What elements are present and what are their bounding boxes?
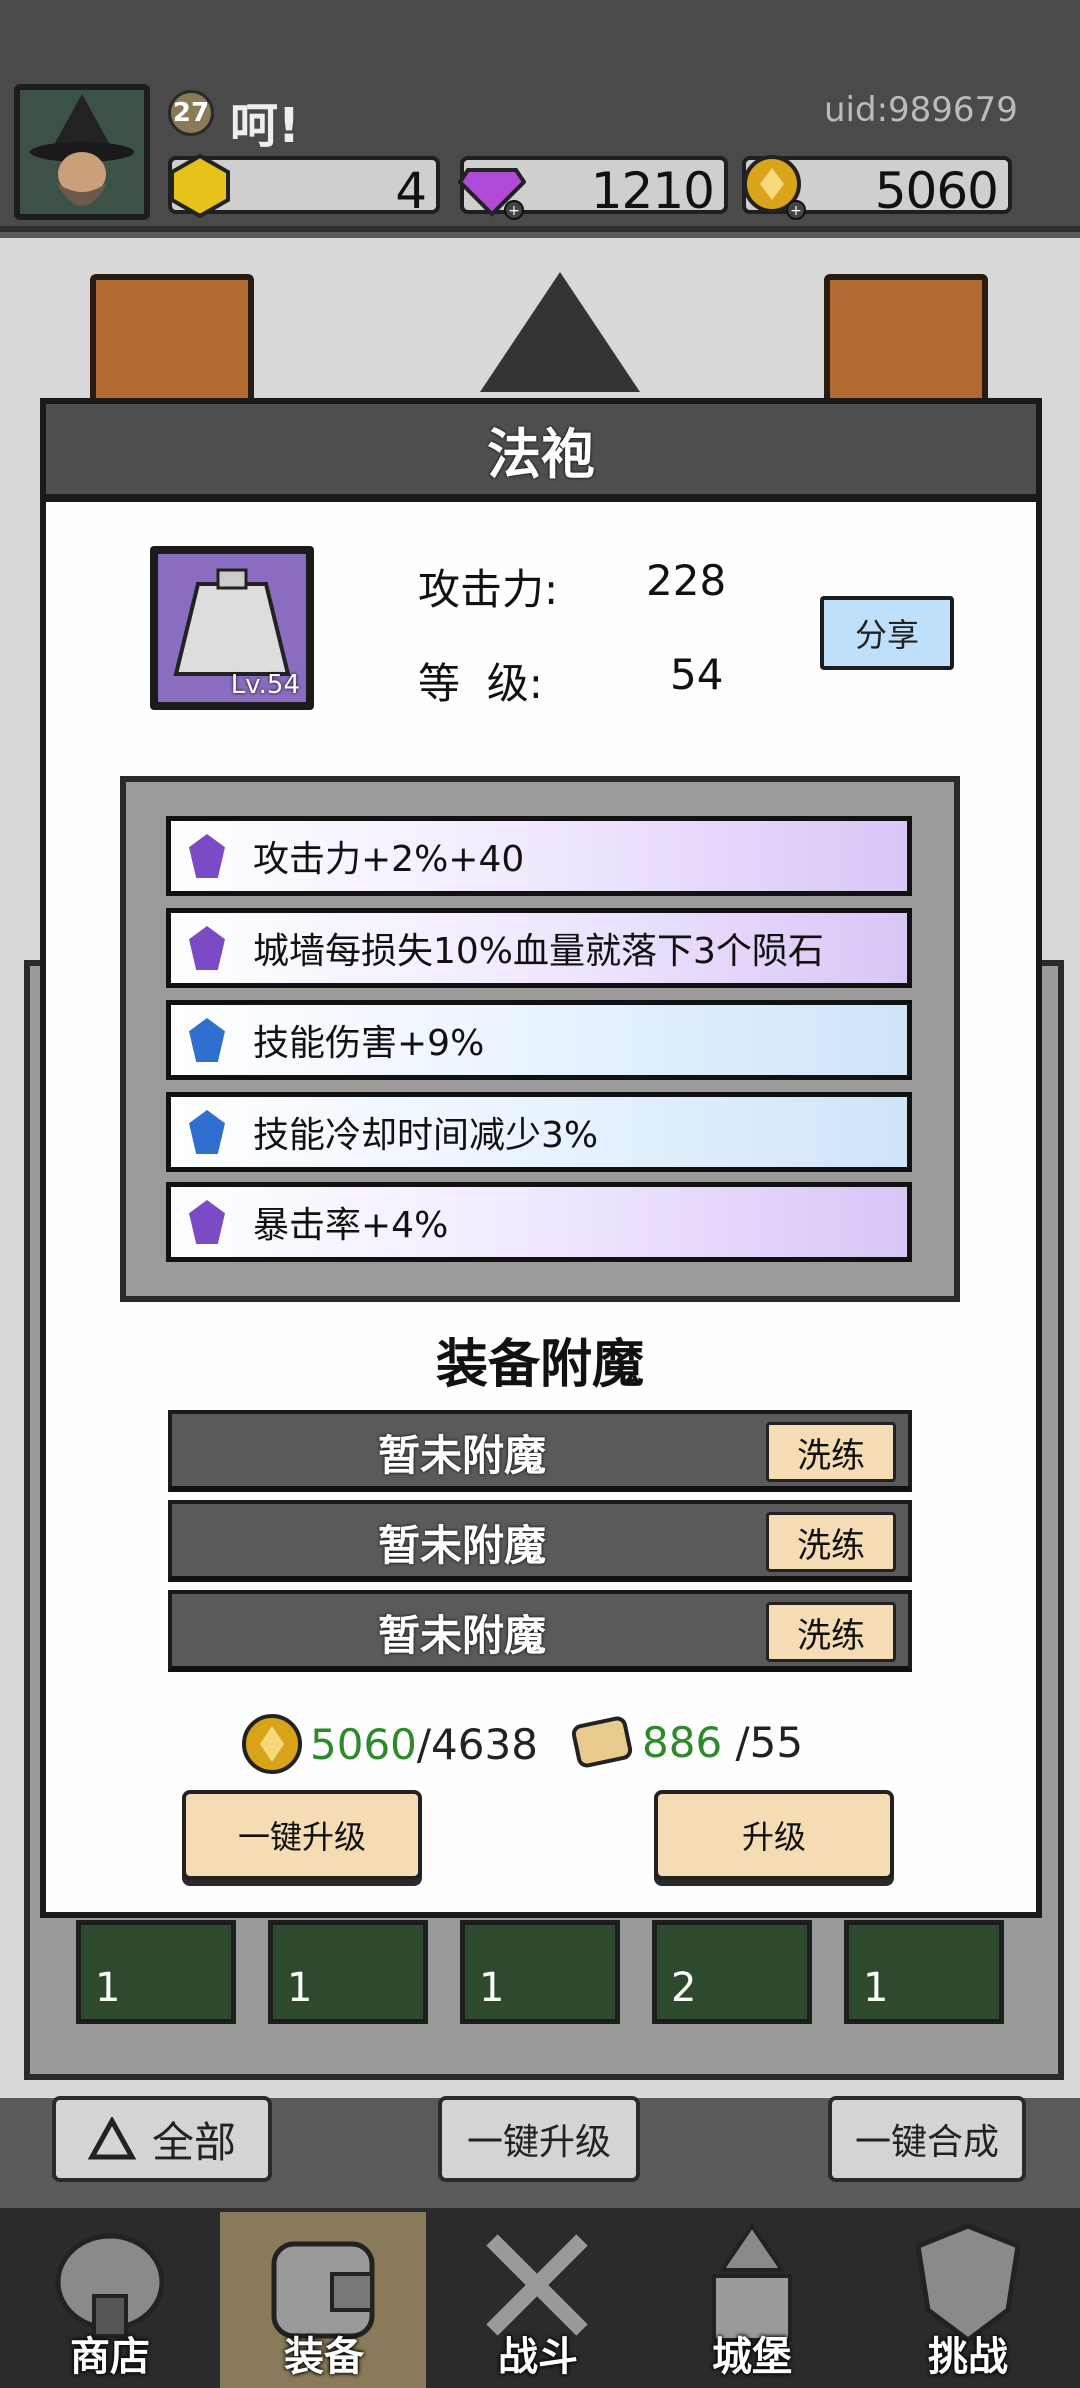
- reroll-button[interactable]: 洗练: [766, 1422, 896, 1482]
- nav-shop[interactable]: 商店: [4, 2210, 216, 2386]
- share-button[interactable]: 分享: [820, 596, 954, 670]
- blue-crystal-icon: [189, 1110, 225, 1154]
- scroll-cost: 886 /55: [568, 1712, 803, 1772]
- item-level-label: Lv.54: [230, 670, 300, 700]
- svg-text:+: +: [790, 203, 802, 219]
- upgrade-button[interactable]: 升级: [654, 1790, 894, 1880]
- level-label: 等 级:: [418, 659, 543, 708]
- player-level-badge: 27: [168, 90, 214, 136]
- material-slot[interactable]: 1: [268, 1920, 428, 2024]
- svg-text:+: +: [508, 203, 520, 219]
- attribute-row: 技能伤害+9%: [166, 1000, 912, 1080]
- material-slot[interactable]: 1: [844, 1920, 1004, 2024]
- purple-crystal-icon: [189, 926, 225, 970]
- enchant-row: 暂未附魔 洗练: [168, 1500, 912, 1582]
- scroll-icon: [571, 1716, 633, 1768]
- gold-cost: 5060/4638: [240, 1712, 538, 1776]
- merge-all-button[interactable]: 一键合成: [828, 2096, 1026, 2182]
- resource-gems: 4: [168, 153, 440, 220]
- resource-gold[interactable]: + 5060: [742, 155, 1012, 220]
- player-name: 呵!: [230, 98, 300, 154]
- modal-title: 法袍: [487, 422, 595, 486]
- material-slot[interactable]: 1: [76, 1920, 236, 2024]
- filter-all-button[interactable]: 全部: [52, 2096, 272, 2182]
- yellow-gem-icon: [170, 153, 230, 219]
- material-slot[interactable]: 1: [460, 1920, 620, 2024]
- attribute-row: 城墙每损失10%血量就落下3个陨石: [166, 908, 912, 988]
- player-uid: uid:989679: [824, 90, 1018, 130]
- modal-title-bar: 法袍: [40, 398, 1042, 502]
- nav-castle[interactable]: 城堡: [646, 2210, 858, 2386]
- purple-crystal-icon: [189, 1200, 225, 1244]
- gold-coin-icon: [242, 1714, 302, 1774]
- level-value: 54: [670, 650, 724, 699]
- wizard-hat-icon: [480, 272, 640, 392]
- material-slot[interactable]: 2: [652, 1920, 812, 2024]
- resource-diamonds[interactable]: + 1210: [458, 156, 728, 220]
- player-avatar[interactable]: [14, 84, 150, 220]
- nav-equipment[interactable]: 装备: [218, 2210, 430, 2386]
- triangle-filter-icon: [87, 2117, 136, 2160]
- enchant-title: 装备附魔: [435, 1335, 644, 1395]
- one-click-upgrade-button[interactable]: 一键升级: [182, 1790, 422, 1880]
- purple-crystal-icon: [189, 834, 225, 878]
- enchant-row: 暂未附魔 洗练: [168, 1410, 912, 1492]
- nav-challenge[interactable]: 挑战: [862, 2210, 1074, 2386]
- blue-crystal-icon: [189, 1018, 225, 1062]
- attribute-row: 攻击力+2%+40: [166, 816, 912, 896]
- reroll-button[interactable]: 洗练: [766, 1602, 896, 1662]
- enchant-row: 暂未附魔 洗练: [168, 1590, 912, 1672]
- attribute-row: 暴击率+4%: [166, 1182, 912, 1262]
- purple-diamond-icon: +: [458, 168, 526, 220]
- item-icon: Lv.54: [150, 546, 314, 710]
- nav-battle[interactable]: 战斗: [432, 2210, 644, 2386]
- upgrade-all-button-bg[interactable]: 一键升级: [438, 2096, 640, 2182]
- attack-label: 攻击力:: [418, 565, 559, 614]
- attack-value: 228: [646, 556, 727, 605]
- reroll-button[interactable]: 洗练: [766, 1512, 896, 1572]
- attribute-row: 技能冷却时间减少3%: [166, 1092, 912, 1172]
- gold-coin-icon: +: [743, 155, 806, 220]
